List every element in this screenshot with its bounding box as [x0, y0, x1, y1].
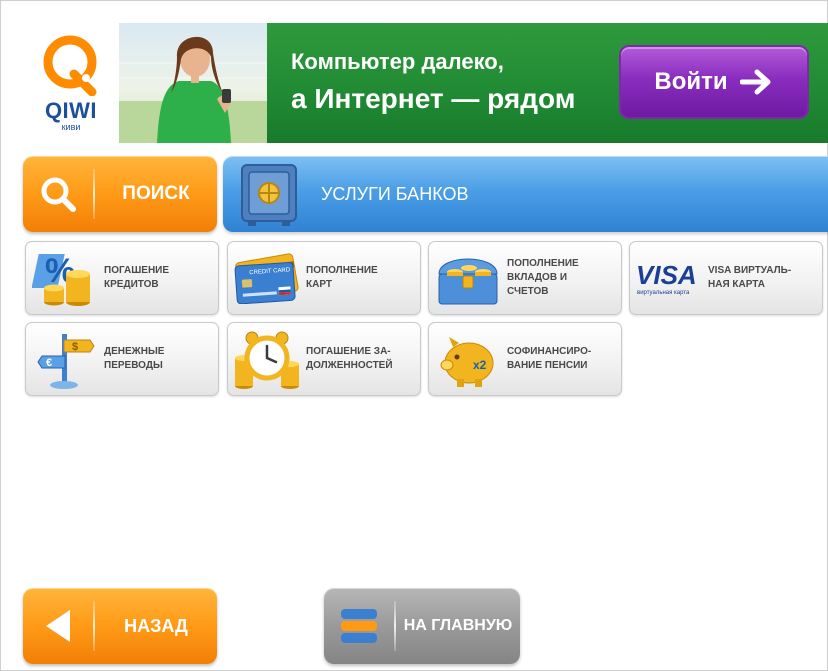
tile-pension-cofinancing[interactable]: x2 СОФИНАНСИРО- ВАНИЕ ПЕНСИИ: [428, 322, 622, 396]
logo-word: QIWI: [44, 98, 98, 123]
tile-visa-virtual-card[interactable]: VISA виртуальная карта VISA ВИРТУАЛЬ- НА…: [629, 241, 823, 315]
bank-services-title: УСЛУГИ БАНКОВ: [321, 183, 469, 204]
tile-label: ДЕНЕЖНЫЕ ПЕРЕВОДЫ: [104, 346, 165, 371]
percent-coins-icon: %: [32, 252, 90, 306]
tile-card-topup[interactable]: CREDIT CARD ПОПОЛНЕНИЕ КАРТ: [227, 241, 421, 315]
x2-badge: x2: [473, 358, 487, 372]
svg-text:€: €: [46, 357, 52, 369]
visa-icon: VISA виртуальная карта: [636, 260, 697, 296]
visa-word: VISA: [636, 260, 697, 290]
piggy-bank-icon: x2: [440, 337, 494, 387]
login-button-label: Войти: [654, 68, 728, 95]
login-button[interactable]: Войти: [619, 45, 809, 119]
tile-debt-repayment[interactable]: ПОГАШЕНИЕ ЗА- ДОЛЖЕННОСТЕЙ: [227, 322, 421, 396]
search-icon: [41, 177, 76, 212]
logo-sub: киви: [61, 122, 81, 132]
back-button-label: НАЗАД: [124, 615, 188, 636]
alarm-clock-coins-icon: [235, 331, 299, 389]
promo-banner[interactable]: Компьютер далеко, а Интернет — рядом Вой…: [119, 23, 828, 143]
tile-money-transfers[interactable]: $ € ДЕНЕЖНЫЕ ПЕРЕВОДЫ: [25, 322, 219, 396]
treasure-chest-icon: [438, 258, 498, 305]
tile-label: ПОПОЛНЕНИЕ ВКЛАДОВ И СЧЕТОВ: [507, 258, 579, 297]
tile-label: VISA ВИРТУАЛЬ- НАЯ КАРТА: [708, 265, 792, 290]
svg-text:$: $: [72, 341, 78, 353]
kiosk-screen: QIWI киви Компьютер далеко, а Интернет —…: [0, 0, 828, 671]
qiwi-q-icon: [43, 35, 97, 96]
home-button[interactable]: НА ГЛАВНУЮ: [324, 588, 520, 664]
search-button[interactable]: ПОИСК: [23, 156, 217, 232]
arrow-right-icon: [739, 69, 771, 95]
banner-headline-1: Компьютер далеко,: [291, 49, 504, 74]
safe-icon: [241, 164, 297, 226]
home-button-label: НА ГЛАВНУЮ: [403, 617, 513, 634]
tile-label: ПОПОЛНЕНИЕ КАРТ: [306, 265, 378, 290]
bank-services-header: УСЛУГИ БАНКОВ: [223, 156, 828, 232]
arrow-left-icon: [46, 610, 70, 642]
woman-with-phone-image: [119, 36, 267, 143]
back-button[interactable]: НАЗАД: [23, 588, 217, 664]
tile-loan-repayment[interactable]: % ПОГАШЕНИЕ КРЕДИТОВ: [25, 241, 219, 315]
visa-sub: виртуальная карта: [637, 290, 690, 296]
banner-green-panel: Компьютер далеко, а Интернет — рядом Вой…: [267, 23, 828, 143]
home-stack-icon: [341, 609, 377, 643]
tile-label: ПОГАШЕНИЕ ЗА- ДОЛЖЕННОСТЕЙ: [306, 346, 393, 371]
tile-label: СОФИНАНСИРО- ВАНИЕ ПЕНСИИ: [507, 346, 592, 371]
banner-photo: [119, 23, 267, 143]
qiwi-logo: QIWI киви: [23, 23, 119, 143]
tile-deposit-topup[interactable]: ПОПОЛНЕНИЕ ВКЛАДОВ И СЧЕТОВ: [428, 241, 622, 315]
banner-headline-2: а Интернет — рядом: [291, 83, 576, 114]
credit-card-icon: CREDIT CARD: [234, 253, 299, 304]
search-button-label: ПОИСК: [122, 183, 190, 204]
tile-label: ПОГАШЕНИЕ КРЕДИТОВ: [104, 265, 170, 290]
currency-signpost-icon: $ €: [37, 334, 95, 389]
